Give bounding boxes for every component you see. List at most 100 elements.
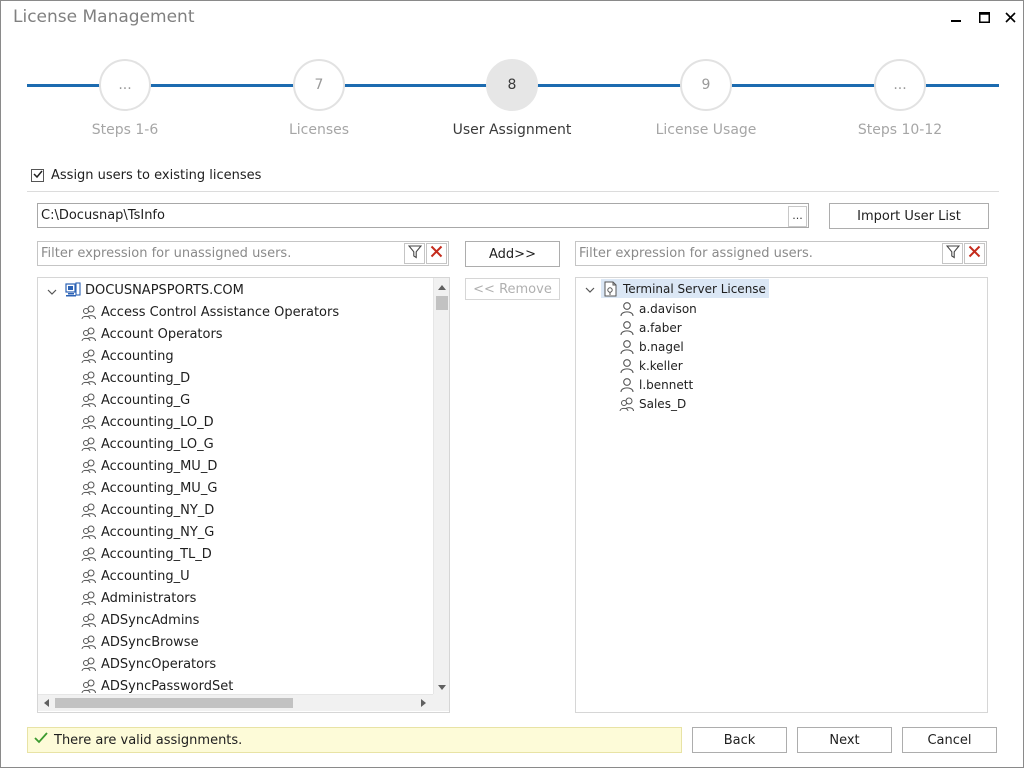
scroll-up-button[interactable] (434, 278, 449, 294)
unassigned-filter-button[interactable] (404, 243, 425, 264)
assign-users-row[interactable]: Assign users to existing licenses (31, 166, 261, 184)
unassigned-group-item[interactable]: Accounting_D (80, 367, 190, 389)
step-9[interactable]: 9 License Usage (626, 59, 786, 159)
item-label: ADSyncAdmins (101, 612, 200, 628)
unassigned-clear-filter-button[interactable] (426, 243, 447, 264)
chevron-down-icon (585, 282, 595, 297)
import-user-list-button[interactable]: Import User List (829, 203, 989, 229)
horizontal-scroll-thumb[interactable] (55, 698, 293, 708)
scroll-left-button[interactable] (38, 695, 54, 711)
expand-toggle[interactable] (584, 283, 596, 295)
unassigned-group-item[interactable]: ADSyncAdmins (80, 609, 199, 631)
window-title: License Management (13, 7, 195, 27)
item-label: Accounting_NY_D (101, 502, 215, 518)
unassigned-filter (37, 241, 449, 266)
unassigned-group-item[interactable]: Accounting_NY_G (80, 521, 214, 543)
item-label: a.davison (639, 301, 697, 316)
unassigned-group-item[interactable]: Accounting_TL_D (80, 543, 212, 565)
add-button-label: Add>> (489, 246, 536, 262)
maximize-button[interactable] (971, 5, 997, 29)
unassigned-group-item[interactable]: Accounting_MU_D (80, 455, 217, 477)
unassigned-group-item[interactable]: Accounting_NY_D (80, 499, 214, 521)
item-label: Accounting_D (101, 370, 191, 386)
user-icon (618, 376, 636, 394)
scroll-down-button[interactable] (434, 678, 449, 694)
unassigned-horizontal-scrollbar[interactable] (38, 694, 433, 711)
item-label: b.nagel (639, 339, 684, 354)
clear-filter-icon (968, 245, 981, 262)
unassigned-filter-input[interactable] (38, 242, 402, 265)
step-8[interactable]: 8 User Assignment (432, 59, 592, 159)
chevron-down-icon (47, 284, 57, 299)
assign-users-checkbox[interactable] (31, 168, 44, 182)
unassigned-vertical-scrollbar[interactable] (433, 278, 449, 694)
domain-node-label: DOCUSNAPSPORTS.COM (85, 282, 244, 298)
group-icon (80, 457, 98, 475)
unassigned-group-item[interactable]: Accounting_G (80, 389, 190, 411)
close-button[interactable] (997, 5, 1023, 29)
step-10-12[interactable]: ... Steps 10-12 (820, 59, 980, 159)
license-node-label: Terminal Server License (623, 281, 766, 296)
next-button[interactable]: Next (797, 727, 892, 753)
step-7[interactable]: 7 Licenses (239, 59, 399, 159)
item-label: Accounting_U (101, 568, 190, 584)
unassigned-group-item[interactable]: Accounting_LO_G (80, 433, 214, 455)
unassigned-group-item[interactable]: Access Control Assistance Operators (80, 301, 339, 323)
assigned-users-tree[interactable]: Terminal Server License a.davison a.faber… (575, 277, 988, 713)
unassigned-group-item[interactable]: Account Operators (80, 323, 223, 345)
step-label: Licenses (288, 122, 350, 138)
assigned-user-item[interactable]: a.davison (618, 299, 697, 318)
scroll-right-icon (420, 696, 426, 711)
assigned-user-item[interactable]: k.keller (618, 356, 683, 375)
add-button[interactable]: Add>> (465, 241, 560, 267)
minimize-button[interactable] (943, 5, 969, 29)
group-icon (80, 413, 98, 431)
assigned-user-item[interactable]: b.nagel (618, 337, 684, 356)
unassigned-group-item[interactable]: Accounting_LO_D (80, 411, 214, 433)
unassigned-group-item[interactable]: Accounting (80, 345, 174, 367)
browse-button[interactable]: ... (788, 206, 807, 227)
vertical-scroll-thumb[interactable] (436, 296, 448, 310)
cancel-button[interactable]: Cancel (902, 727, 997, 753)
user-icon (618, 357, 636, 375)
item-label: Access Control Assistance Operators (101, 304, 340, 320)
assigned-filter-button[interactable] (942, 243, 963, 264)
back-button[interactable]: Back (692, 727, 787, 753)
unassigned-group-item[interactable]: Administrators (80, 587, 196, 609)
scroll-up-icon (438, 279, 446, 294)
checkmark-icon (34, 732, 48, 748)
group-icon (80, 633, 98, 651)
item-label: Accounting_LO_D (101, 414, 214, 430)
path-field[interactable]: C:\Docusnap\TsInfo ... (37, 203, 809, 228)
assigned-clear-filter-button[interactable] (964, 243, 985, 264)
step-1-6[interactable]: ... Steps 1-6 (45, 59, 205, 159)
unassigned-group-item[interactable]: ADSyncOperators (80, 653, 216, 675)
step-label: License Usage (655, 122, 757, 138)
item-label: ADSyncBrowse (101, 634, 199, 650)
assigned-group-item[interactable]: Sales_D (618, 394, 686, 413)
assigned-user-item[interactable]: a.faber (618, 318, 682, 337)
remove-button-label: << Remove (473, 281, 552, 297)
scroll-right-button[interactable] (415, 695, 431, 711)
license-icon (602, 280, 620, 298)
group-icon (80, 303, 98, 321)
assigned-filter-input[interactable] (576, 242, 940, 265)
group-icon (80, 677, 98, 695)
group-icon (80, 325, 98, 343)
assigned-user-item[interactable]: l.bennett (618, 375, 693, 394)
unassigned-users-tree[interactable]: DOCUSNAPSPORTS.COM Access Control Assist… (37, 277, 450, 713)
status-message: There are valid assignments. (27, 727, 682, 753)
domain-node[interactable]: DOCUSNAPSPORTS.COM (64, 279, 244, 301)
expand-toggle[interactable] (46, 285, 58, 297)
group-icon (80, 501, 98, 519)
step-circle: ... (99, 59, 151, 111)
unassigned-group-item[interactable]: ADSyncBrowse (80, 631, 199, 653)
license-node[interactable]: Terminal Server License (601, 279, 769, 298)
user-icon (618, 300, 636, 318)
unassigned-group-item[interactable]: Accounting_MU_G (80, 477, 217, 499)
unassigned-group-item[interactable]: Accounting_U (80, 565, 190, 587)
group-icon (80, 523, 98, 541)
step-circle: 9 (680, 59, 732, 111)
remove-button[interactable]: << Remove (465, 278, 560, 300)
item-label: Sales_D (639, 396, 687, 411)
